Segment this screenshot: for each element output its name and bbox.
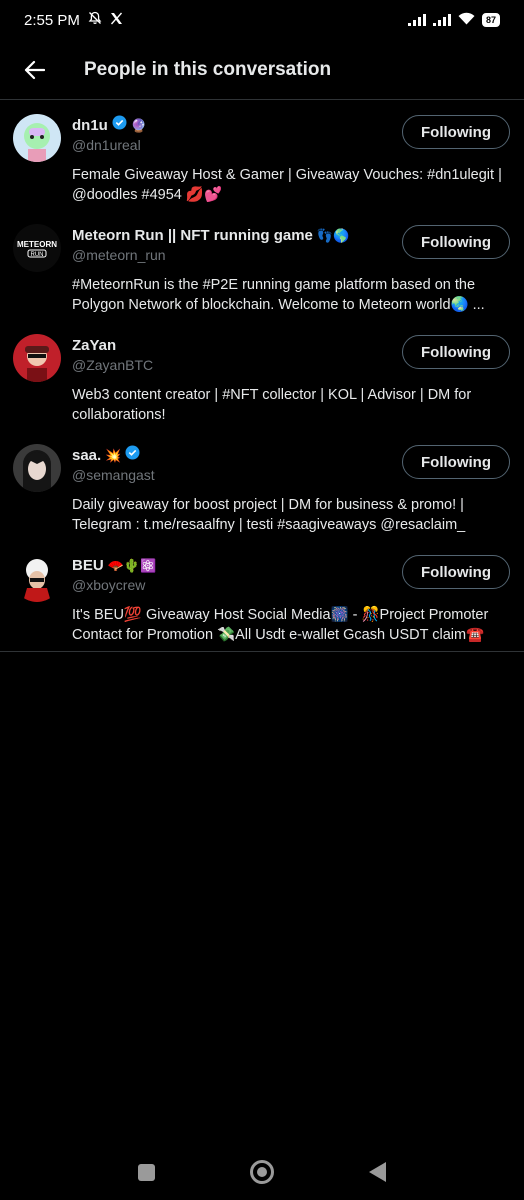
page-title: People in this conversation xyxy=(84,58,332,80)
following-button[interactable]: Following xyxy=(402,115,510,149)
home-button[interactable] xyxy=(250,1160,274,1184)
battery-indicator: 87 xyxy=(481,13,500,27)
avatar[interactable] xyxy=(13,334,61,382)
people-list: dn1u 🔮 @dn1ureal Female Giveaway Host & … xyxy=(0,101,524,652)
display-name: ZaYan xyxy=(72,336,117,354)
status-time: 2:55 PM xyxy=(24,11,80,29)
wifi-icon xyxy=(458,12,475,29)
name-emoji: 👣🌎 xyxy=(316,227,350,243)
bio: Daily giveaway for boost project | DM fo… xyxy=(72,497,466,533)
verified-badge-icon xyxy=(112,115,127,135)
signal-2-icon xyxy=(432,14,451,26)
display-name: Meteorn Run || NFT running game xyxy=(72,226,313,244)
bio: #MeteornRun is the #P2E running game pla… xyxy=(72,277,485,313)
name-emoji: 🪭🌵⚛️ xyxy=(107,557,157,573)
avatar[interactable] xyxy=(13,554,61,602)
x-logo-icon xyxy=(110,12,123,29)
following-button[interactable]: Following xyxy=(402,445,510,479)
header: People in this conversation xyxy=(0,40,524,100)
name-emoji: 🔮 xyxy=(130,117,148,133)
svg-text:RUN: RUN xyxy=(31,252,44,258)
bell-muted-icon xyxy=(88,11,102,29)
arrow-left-icon xyxy=(24,60,45,79)
bio: It's BEU💯 Giveaway Host Social Media🎆 - … xyxy=(72,607,489,643)
avatar[interactable] xyxy=(13,114,61,162)
status-bar: 2:55 PM 87 xyxy=(0,0,524,40)
display-name: BEU xyxy=(72,556,104,574)
person-row[interactable]: saa. 💥 @semangast Daily giveaway for boo… xyxy=(0,431,524,541)
system-back-button[interactable] xyxy=(369,1162,386,1182)
back-button[interactable] xyxy=(4,40,64,100)
recents-button[interactable] xyxy=(138,1163,155,1181)
bio: Female Giveaway Host & Gamer | Giveaway … xyxy=(72,167,502,203)
person-row[interactable]: BEU 🪭🌵⚛️ @xboycrew It's BEU💯 Giveaway Ho… xyxy=(0,541,524,651)
following-button[interactable]: Following xyxy=(402,335,510,369)
avatar[interactable]: METEORN RUN xyxy=(13,224,61,272)
svg-text:METEORN: METEORN xyxy=(17,240,57,249)
person-row[interactable]: dn1u 🔮 @dn1ureal Female Giveaway Host & … xyxy=(0,101,524,211)
bio: Web3 content creator | #NFT collector | … xyxy=(72,387,472,423)
person-row[interactable]: ZaYan @ZayanBTC Web3 content creator | #… xyxy=(0,321,524,431)
verified-badge-icon xyxy=(125,445,140,465)
following-button[interactable]: Following xyxy=(402,225,510,259)
display-name: saa. xyxy=(72,446,102,464)
person-row[interactable]: METEORN RUN Meteorn Run || NFT running ga… xyxy=(0,211,524,321)
avatar[interactable] xyxy=(13,444,61,492)
system-nav-bar xyxy=(0,1144,524,1200)
name-emoji: 💥 xyxy=(105,447,122,463)
following-button[interactable]: Following xyxy=(402,555,510,589)
signal-1-icon xyxy=(407,14,426,26)
display-name: dn1u xyxy=(72,116,108,134)
